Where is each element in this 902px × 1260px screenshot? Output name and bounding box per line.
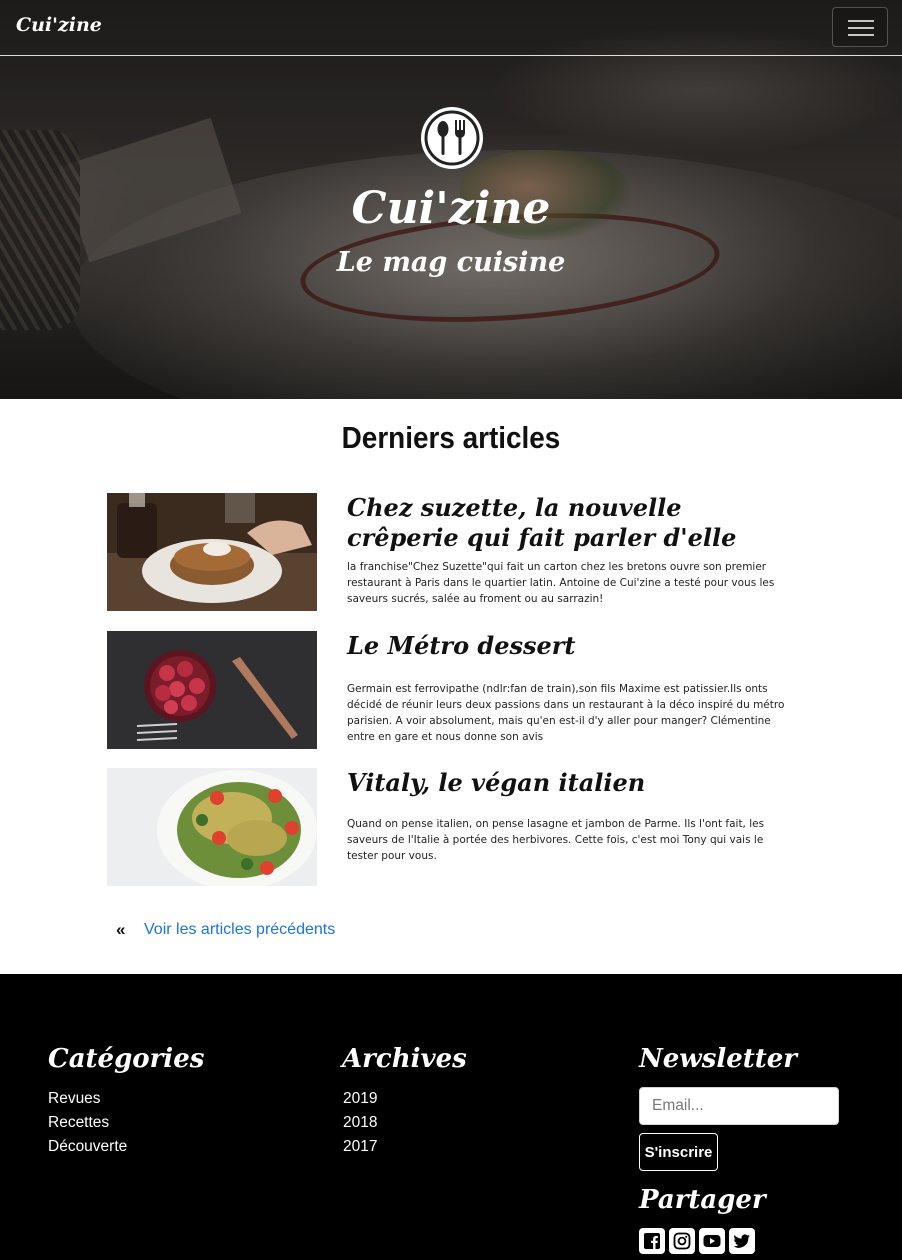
- article-summary: Quand on pense italien, on pense lasagne…: [347, 818, 765, 862]
- twitter-icon[interactable]: [729, 1228, 755, 1254]
- article-image-pasta[interactable]: [107, 768, 317, 886]
- email-input[interactable]: [639, 1087, 839, 1125]
- article-image-dessert[interactable]: [107, 631, 317, 749]
- previous-articles-link[interactable]: Voir les articles précédents: [144, 921, 335, 939]
- cutlery-icon: [421, 107, 483, 169]
- archive-link-2018[interactable]: 2018: [343, 1114, 377, 1131]
- social-links: [639, 1228, 755, 1254]
- categories-heading: Catégories: [48, 1044, 205, 1074]
- navbar-toggle-button[interactable]: [832, 7, 888, 47]
- hero-banner: Cui'zine Cui'zine Le mag cuisine: [0, 0, 902, 399]
- article-image-crepes[interactable]: [107, 493, 317, 611]
- list-item: Revues: [48, 1087, 127, 1111]
- navbar-brand[interactable]: Cui'zine: [16, 14, 102, 36]
- archive-link-2019[interactable]: 2019: [343, 1090, 377, 1107]
- archive-link-2017[interactable]: 2017: [343, 1138, 377, 1155]
- newsletter-heading: Newsletter: [639, 1044, 798, 1074]
- category-link-recettes[interactable]: Recettes: [48, 1114, 109, 1131]
- article-summary: la franchise"Chez Suzette"qui fait un ca…: [347, 561, 775, 605]
- youtube-icon[interactable]: [699, 1228, 725, 1254]
- list-item: 2017: [343, 1135, 377, 1159]
- article-title[interactable]: Le Métro dessert: [347, 631, 797, 661]
- category-link-revues[interactable]: Revues: [48, 1090, 101, 1107]
- navbar: Cui'zine: [0, 0, 902, 56]
- hero-title: Cui'zine: [351, 183, 551, 234]
- share-heading: Partager: [639, 1185, 766, 1215]
- subscribe-button[interactable]: S'inscrire: [639, 1133, 718, 1171]
- list-item: Découverte: [48, 1135, 127, 1159]
- hamburger-icon-line: [848, 27, 874, 29]
- hamburger-icon: [848, 20, 874, 22]
- list-item: 2018: [343, 1111, 377, 1135]
- categories-list: Revues Recettes Découverte: [48, 1087, 127, 1159]
- list-item: Recettes: [48, 1111, 127, 1135]
- section-title: Derniers articles: [341, 420, 561, 455]
- archives-list: 2019 2018 2017: [343, 1087, 377, 1159]
- category-link-decouverte[interactable]: Découverte: [48, 1138, 127, 1155]
- facebook-icon[interactable]: [639, 1228, 665, 1254]
- article-title[interactable]: Vitaly, le végan italien: [347, 768, 797, 798]
- article-title[interactable]: Chez suzette, la nouvelle crêperie qui f…: [347, 493, 797, 553]
- hero-subtitle: Le mag cuisine: [336, 247, 566, 278]
- archives-heading: Archives: [342, 1044, 467, 1074]
- chevron-double-left-icon: «: [116, 920, 126, 939]
- article-summary: Germain est ferrovipathe (ndlr:fan de tr…: [347, 683, 785, 743]
- list-item: 2019: [343, 1087, 377, 1111]
- footer: Catégories Revues Recettes Découverte Ar…: [0, 974, 902, 1260]
- instagram-icon[interactable]: [669, 1228, 695, 1254]
- hamburger-icon-line: [848, 34, 874, 36]
